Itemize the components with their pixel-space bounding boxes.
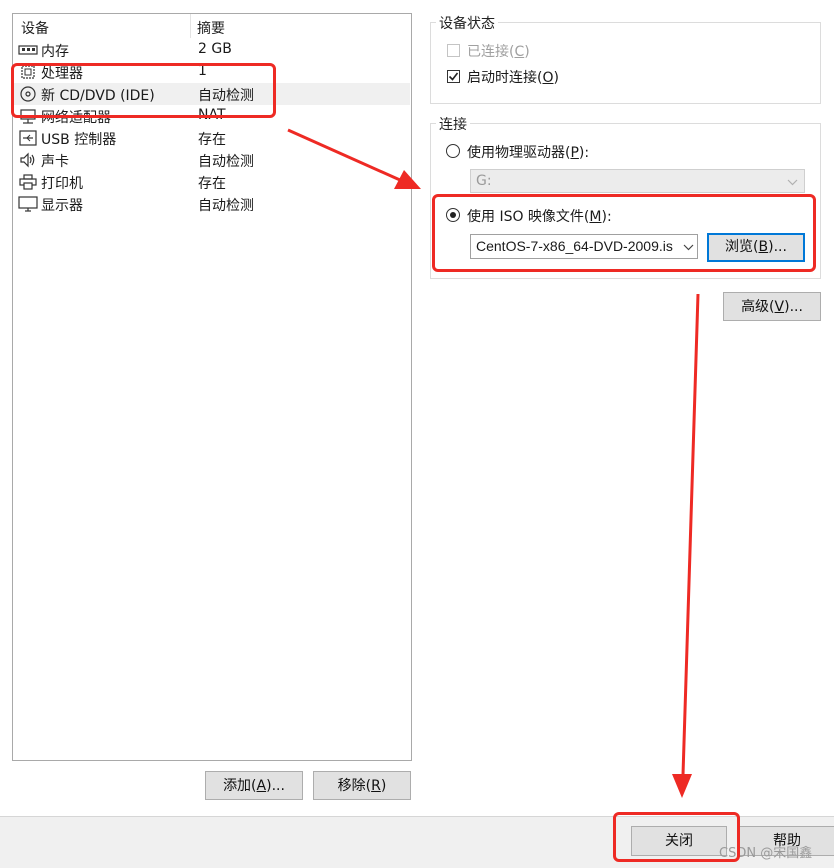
physical-drive-value: G: xyxy=(476,173,492,189)
device-summary: 2 GB xyxy=(198,41,232,57)
checkmark-icon xyxy=(448,72,459,81)
physical-drive-label: 使用物理驱动器(P): xyxy=(467,142,589,162)
device-name: 内存 xyxy=(41,44,69,60)
device-row-display[interactable]: 显示器 自动检测 xyxy=(14,193,410,215)
device-row-sound-card[interactable]: 声卡 自动检测 xyxy=(14,149,410,171)
power-on-label-tail: ) xyxy=(553,70,559,86)
advanced-label-accelerator: V xyxy=(774,299,785,315)
device-name: 显示器 xyxy=(41,198,83,214)
device-summary: 存在 xyxy=(198,132,226,148)
device-status-group xyxy=(430,22,821,104)
device-list[interactable]: 设备 摘要 内存 2 GB 处理器 1 新 CD/DVD (IDE) 自动检测 … xyxy=(12,13,412,761)
add-button-label-tail: )... xyxy=(266,778,285,794)
device-row-memory[interactable]: 内存 2 GB xyxy=(14,39,410,61)
annotation-box-iso xyxy=(432,194,816,272)
memory-icon xyxy=(18,42,38,58)
remove-button-label-tail: ) xyxy=(380,778,387,794)
add-button-accelerator: A xyxy=(256,778,267,794)
column-header-device[interactable]: 设备 xyxy=(21,18,49,38)
add-button-label: 添加( xyxy=(223,778,257,794)
device-name: 打印机 xyxy=(41,176,83,192)
device-summary: 存在 xyxy=(198,176,226,192)
chevron-down-icon xyxy=(787,179,798,186)
add-device-button[interactable]: 添加(A)... xyxy=(205,771,303,800)
device-row-usb-controller[interactable]: USB 控制器 存在 xyxy=(14,127,410,149)
usb-icon xyxy=(18,130,38,146)
advanced-button[interactable]: 高级(V)... xyxy=(723,292,821,321)
connected-checkbox[interactable]: 已连接(C) xyxy=(447,40,597,60)
connect-at-power-on-checkbox[interactable]: 启动时连接(O) xyxy=(447,66,597,86)
speaker-icon xyxy=(18,152,38,168)
device-name: 声卡 xyxy=(41,154,69,170)
monitor-icon xyxy=(18,196,38,212)
device-list-header: 设备 摘要 xyxy=(13,14,411,38)
device-status-title: 设备状态 xyxy=(436,13,498,33)
column-header-summary[interactable]: 摘要 xyxy=(197,18,225,38)
physical-label-tail: ): xyxy=(578,145,590,161)
advanced-label-text: 高级( xyxy=(741,299,775,315)
physical-drive-select[interactable]: G: xyxy=(470,169,805,193)
physical-label-text: 使用物理驱动器( xyxy=(467,145,571,161)
connected-checkbox-box xyxy=(447,44,460,57)
physical-label-accelerator: P xyxy=(570,145,579,161)
annotation-box-close xyxy=(613,812,740,862)
connected-label-accelerator: C xyxy=(514,44,525,60)
printer-icon xyxy=(18,174,38,190)
connected-checkbox-label: 已连接(C) xyxy=(467,41,530,61)
device-row-printer[interactable]: 打印机 存在 xyxy=(14,171,410,193)
power-on-label-accelerator: O xyxy=(542,70,554,86)
connect-at-power-on-checkbox-box xyxy=(447,70,460,83)
remove-device-button[interactable]: 移除(R) xyxy=(313,771,411,800)
remove-button-accelerator: R xyxy=(371,778,381,794)
connected-label-text: 已连接( xyxy=(467,44,515,60)
connect-at-power-on-label: 启动时连接(O) xyxy=(467,67,559,87)
physical-drive-radio[interactable]: 使用物理驱动器(P): xyxy=(446,141,646,161)
device-summary: 自动检测 xyxy=(198,154,254,170)
physical-drive-radio-circle xyxy=(446,144,460,158)
device-summary: 自动检测 xyxy=(198,198,254,214)
device-name: USB 控制器 xyxy=(41,132,117,148)
column-separator xyxy=(190,14,191,38)
annotation-box-cd-dvd xyxy=(11,63,276,118)
annotation-arrow-to-close xyxy=(672,293,700,798)
advanced-label-tail: )... xyxy=(784,299,803,315)
power-on-label-text: 启动时连接( xyxy=(467,70,543,86)
remove-button-label: 移除( xyxy=(337,778,372,794)
connected-label-tail: ) xyxy=(524,44,530,60)
connection-title: 连接 xyxy=(436,114,470,134)
